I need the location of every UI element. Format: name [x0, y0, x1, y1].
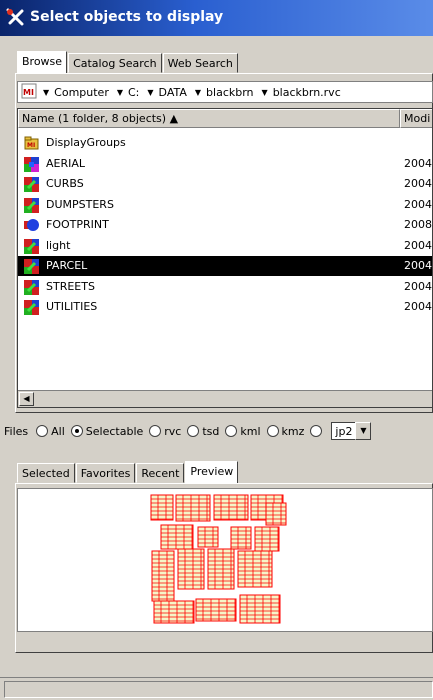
- list-item[interactable]: DUMPSTERS 2004: [18, 195, 432, 215]
- format-combo[interactable]: jp2 ▼: [331, 422, 372, 440]
- chevron-down-icon[interactable]: ▼: [262, 88, 268, 97]
- chevron-down-icon[interactable]: ▼: [117, 88, 123, 97]
- tab-browse[interactable]: Browse: [17, 51, 68, 74]
- status-bar: [0, 677, 433, 700]
- files-filter-label: Files: [4, 424, 29, 438]
- list-item-name: AERIAL: [46, 156, 86, 170]
- chevron-down-icon[interactable]: ▼: [147, 88, 153, 97]
- filter-all-radio[interactable]: All: [36, 425, 65, 438]
- chevron-down-icon[interactable]: ▼: [355, 422, 372, 440]
- vector-object-icon: [24, 300, 39, 315]
- filter-rvc-radio[interactable]: rvc: [149, 425, 181, 438]
- mi-file-icon[interactable]: MI: [21, 83, 37, 102]
- list-item-name: light: [46, 238, 71, 252]
- filter-kmz-radio[interactable]: kmz: [266, 425, 304, 438]
- raster-object-icon: [24, 156, 39, 172]
- browse-tab-strip: Browse Catalog Search Web Search: [17, 51, 239, 74]
- list-item-date: 2004: [404, 279, 432, 293]
- vector-object-icon: [24, 259, 39, 274]
- horizontal-scrollbar[interactable]: ◀: [18, 390, 432, 407]
- breadcrumb-rvc-file[interactable]: blackbrn.rvc: [273, 86, 341, 99]
- vector-object-icon: [24, 177, 39, 192]
- list-item-name: STREETS: [46, 279, 95, 293]
- svg-text:MI: MI: [27, 142, 35, 149]
- breadcrumb-blackbrn[interactable]: blackbrn: [206, 86, 253, 99]
- list-item-date: 2004: [404, 156, 432, 170]
- tab-recent[interactable]: Recent: [136, 463, 185, 483]
- vector-object-icon: [24, 279, 39, 295]
- list-item-name: FOOTPRINT: [46, 218, 109, 231]
- file-filter-bar: Files All Selectable rvc tsd kml kmz jp2…: [0, 418, 433, 444]
- filter-kml-radio[interactable]: kml: [225, 425, 261, 438]
- title-bar: Select objects to display: [0, 0, 433, 36]
- list-item-date: 2004: [404, 177, 432, 190]
- vector-object-icon: [24, 238, 39, 254]
- chevron-down-icon[interactable]: ▼: [43, 88, 49, 97]
- vector-object-icon: [24, 197, 39, 213]
- folder-icon: MI: [24, 136, 39, 151]
- list-item[interactable]: UTILITIES 2004: [18, 297, 432, 317]
- app-logo-icon: [6, 8, 24, 26]
- breadcrumb-data[interactable]: DATA: [159, 86, 187, 99]
- preview-area: [17, 488, 433, 632]
- column-header-modified[interactable]: Modi: [400, 109, 432, 128]
- list-item-date: 2004: [404, 259, 432, 272]
- list-item[interactable]: CURBS 2004: [18, 174, 432, 194]
- path-breadcrumb[interactable]: MI ▼ Computer ▼ C: ▼ DATA ▼ blackbrn ▼ blackb…: [17, 81, 433, 103]
- window-title: Select objects to display: [30, 9, 224, 25]
- filter-tsd-radio[interactable]: tsd: [187, 425, 219, 438]
- filter-other-radio[interactable]: [310, 425, 325, 437]
- tab-web-search[interactable]: Web Search: [162, 53, 238, 73]
- list-item-name: CURBS: [46, 177, 84, 190]
- tab-selected[interactable]: Selected: [17, 463, 75, 483]
- object-list[interactable]: Name (1 folder, 8 objects) ▲ Modi MI Disp…: [17, 108, 433, 408]
- list-item[interactable]: PARCEL 2004: [18, 256, 432, 276]
- list-item-name: UTILITIES: [46, 300, 98, 313]
- list-item[interactable]: AERIAL 2004: [18, 154, 432, 174]
- tab-preview[interactable]: Preview: [185, 461, 239, 484]
- list-item-name: DisplayGroups: [46, 136, 126, 149]
- breadcrumb-computer[interactable]: Computer: [54, 86, 109, 99]
- tab-favorites[interactable]: Favorites: [75, 463, 136, 483]
- list-item-name: PARCEL: [46, 259, 88, 272]
- list-item-date: 2008: [404, 218, 432, 231]
- svg-text:MI: MI: [23, 88, 34, 97]
- list-item-date: 2004: [404, 238, 432, 252]
- list-item[interactable]: MI DisplayGroups: [18, 133, 432, 153]
- scroll-left-icon[interactable]: ◀: [19, 392, 34, 406]
- parcel-preview-map: [150, 494, 287, 624]
- column-header-name[interactable]: Name (1 folder, 8 objects) ▲: [18, 109, 400, 128]
- list-item[interactable]: FOOTPRINT 2008: [18, 215, 432, 235]
- filter-selectable-radio[interactable]: Selectable: [70, 425, 143, 438]
- breadcrumb-drive[interactable]: C:: [128, 86, 139, 99]
- list-item-date: 2004: [404, 197, 432, 211]
- bottom-tab-strip: Selected Favorites Recent Preview: [17, 461, 239, 484]
- chevron-down-icon[interactable]: ▼: [195, 88, 201, 97]
- shape-object-icon: [24, 218, 39, 233]
- list-item-name: DUMPSTERS: [46, 197, 114, 211]
- list-item[interactable]: light 2004: [18, 236, 432, 256]
- tab-catalog-search[interactable]: Catalog Search: [68, 53, 162, 73]
- list-item-date: 2004: [404, 300, 432, 313]
- list-item[interactable]: STREETS 2004: [18, 277, 432, 297]
